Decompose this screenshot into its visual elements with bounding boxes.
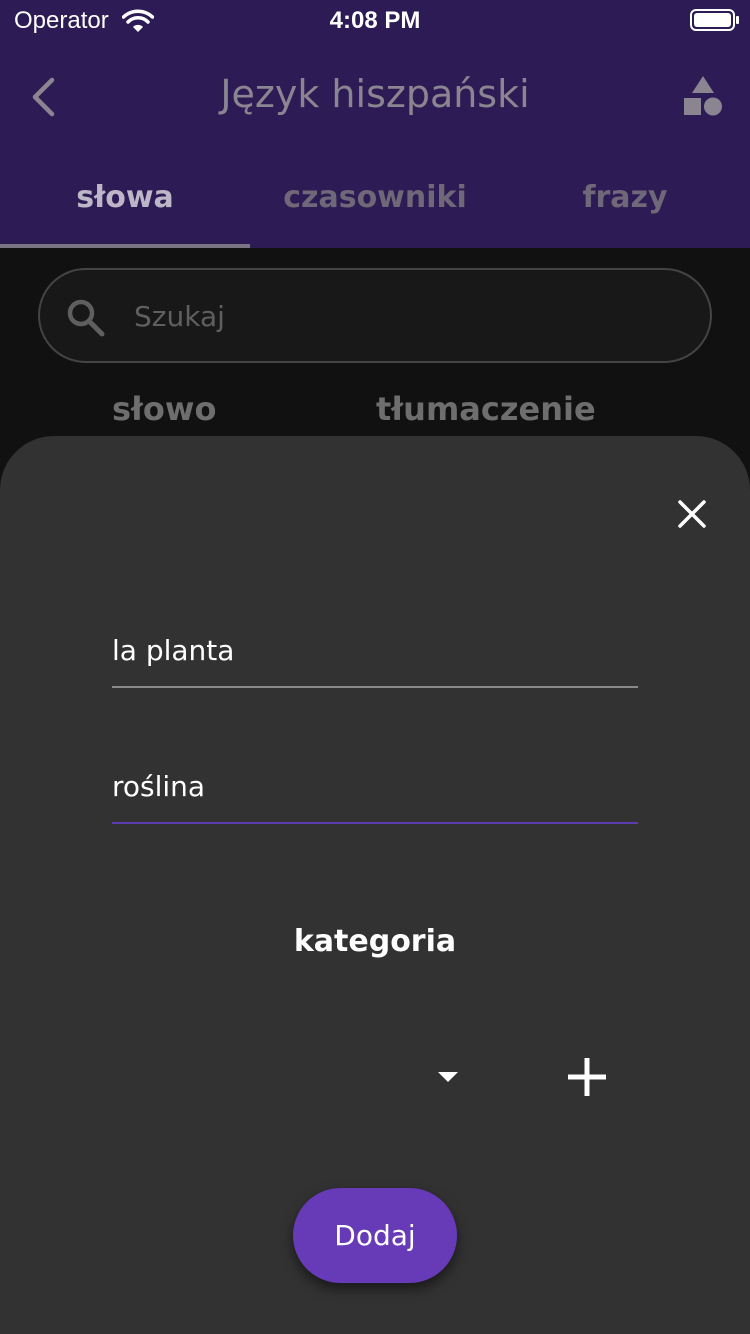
dropdown-arrow-icon[interactable] (436, 1070, 460, 1084)
word-field (112, 608, 638, 688)
search-icon (67, 299, 105, 337)
word-field-underline (112, 686, 638, 688)
clock: 4:08 PM (329, 7, 421, 34)
tab-bar: słowa czasowniki frazy (0, 164, 750, 248)
battery-icon (690, 9, 739, 31)
translation-field-underline (112, 822, 638, 824)
search-box (38, 268, 712, 363)
tab-verbs[interactable]: czasowniki (250, 164, 500, 248)
translation-input[interactable] (112, 744, 638, 820)
app-bar: Język hiszpański słowa czasowniki frazy (0, 44, 750, 248)
page-title: Język hiszpański (220, 72, 530, 116)
tab-indicator (0, 244, 250, 248)
plus-icon[interactable] (566, 1056, 608, 1098)
close-icon[interactable] (676, 498, 708, 530)
column-header-word: słowo (112, 390, 217, 428)
tab-words[interactable]: słowa (0, 164, 250, 248)
tab-phrases[interactable]: frazy (500, 164, 750, 248)
category-label: kategoria (293, 924, 457, 959)
column-header-translation: tłumaczenie (376, 390, 596, 428)
status-bar: Operator 4:08 PM (0, 0, 750, 44)
translation-field (112, 744, 638, 824)
add-button[interactable]: Dodaj (293, 1188, 457, 1283)
search-input[interactable] (134, 290, 674, 342)
add-word-sheet: kategoria Dodaj (0, 436, 750, 1334)
shapes-icon[interactable] (682, 74, 724, 118)
word-input[interactable] (112, 608, 638, 684)
